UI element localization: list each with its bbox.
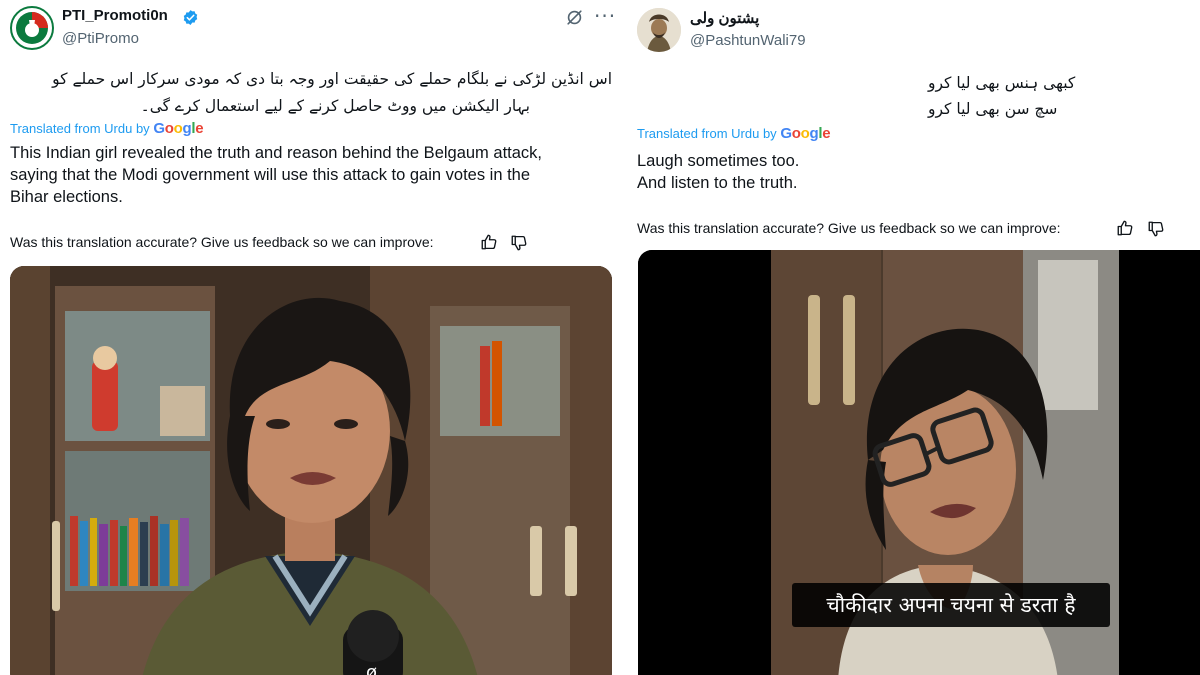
pashtunwali-avatar[interactable]	[637, 8, 681, 52]
translation-feedback-text: Was this translation accurate? Give us f…	[10, 234, 434, 250]
video-subtitle: चौकीदार अपना चयना से डरता है	[826, 593, 1076, 617]
video-subtitle-box: चौकीदार अपना चयना से डरता है	[792, 583, 1110, 627]
translation-feedback-text: Was this translation accurate? Give us f…	[637, 220, 1061, 236]
thumbs-down-icon[interactable]	[1147, 220, 1165, 238]
tweet-text-line-2: سچ سن بھی لیا کرو	[928, 100, 1058, 118]
google-letter: g	[809, 125, 819, 142]
google-logo: Google	[780, 125, 830, 142]
display-name[interactable]: PTI_Promoti0n	[62, 7, 168, 24]
google-letter: e	[822, 125, 831, 142]
google-letter: g	[182, 120, 192, 137]
display-name[interactable]: پشتون ولی	[690, 9, 759, 27]
google-letter: G	[780, 125, 792, 142]
video-frame-image: ø	[10, 266, 612, 675]
translation-line-2: And listen to the truth.	[637, 174, 798, 192]
more-icon[interactable]: ···	[594, 6, 616, 26]
translated-label-text: Translated from Urdu by	[637, 126, 777, 141]
translation-line-2: saying that the Modi government will use…	[10, 166, 531, 184]
pti-logo-icon	[13, 9, 51, 47]
handle[interactable]: @PashtunWali79	[690, 32, 806, 49]
translation-line-1: This Indian girl revealed the truth and …	[10, 144, 542, 162]
tweet-text-line-2: بہار الیکشن میں ووٹ حاصل کرنے کے لیے است…	[140, 97, 530, 115]
translation-line-3: Bihar elections.	[10, 188, 123, 206]
translated-from-label[interactable]: Translated from Urdu by Google	[10, 120, 204, 137]
google-letter: G	[153, 120, 165, 137]
tweet-text-line-1: اس انڈین لڑکی نے بلگام حملے کی حقیقت اور…	[52, 70, 612, 88]
google-letter: e	[195, 120, 204, 137]
handle[interactable]: @PtiPromo	[62, 30, 139, 47]
thumbs-up-icon[interactable]	[480, 233, 498, 251]
right-tweet: پشتون ولی @PashtunWali79 کبھی ہنس بھی لی…	[628, 0, 1200, 675]
video-thumbnail[interactable]: ø	[10, 266, 612, 675]
google-letter: o	[164, 120, 174, 137]
grok-icon[interactable]	[565, 8, 584, 27]
svg-text:ø: ø	[366, 662, 377, 675]
pti-avatar[interactable]	[10, 6, 54, 50]
translation-line-1: Laugh sometimes too.	[637, 152, 800, 170]
thumbs-down-icon[interactable]	[510, 234, 528, 252]
tweet-text-line-1: کبھی ہنس بھی لیا کرو	[928, 74, 1076, 92]
verified-icon	[183, 10, 198, 25]
google-letter: o	[791, 125, 801, 142]
google-logo: Google	[153, 120, 203, 137]
thumbs-up-icon[interactable]	[1116, 219, 1134, 237]
left-tweet: PTI_Promoti0n @PtiPromo ··· اس انڈین لڑک…	[0, 0, 622, 675]
translated-label-text: Translated from Urdu by	[10, 121, 150, 136]
translated-from-label[interactable]: Translated from Urdu by Google	[637, 125, 831, 142]
avatar-portrait-image	[637, 8, 681, 52]
video-player[interactable]: चौकीदार अपना चयना से डरता है	[638, 250, 1200, 675]
